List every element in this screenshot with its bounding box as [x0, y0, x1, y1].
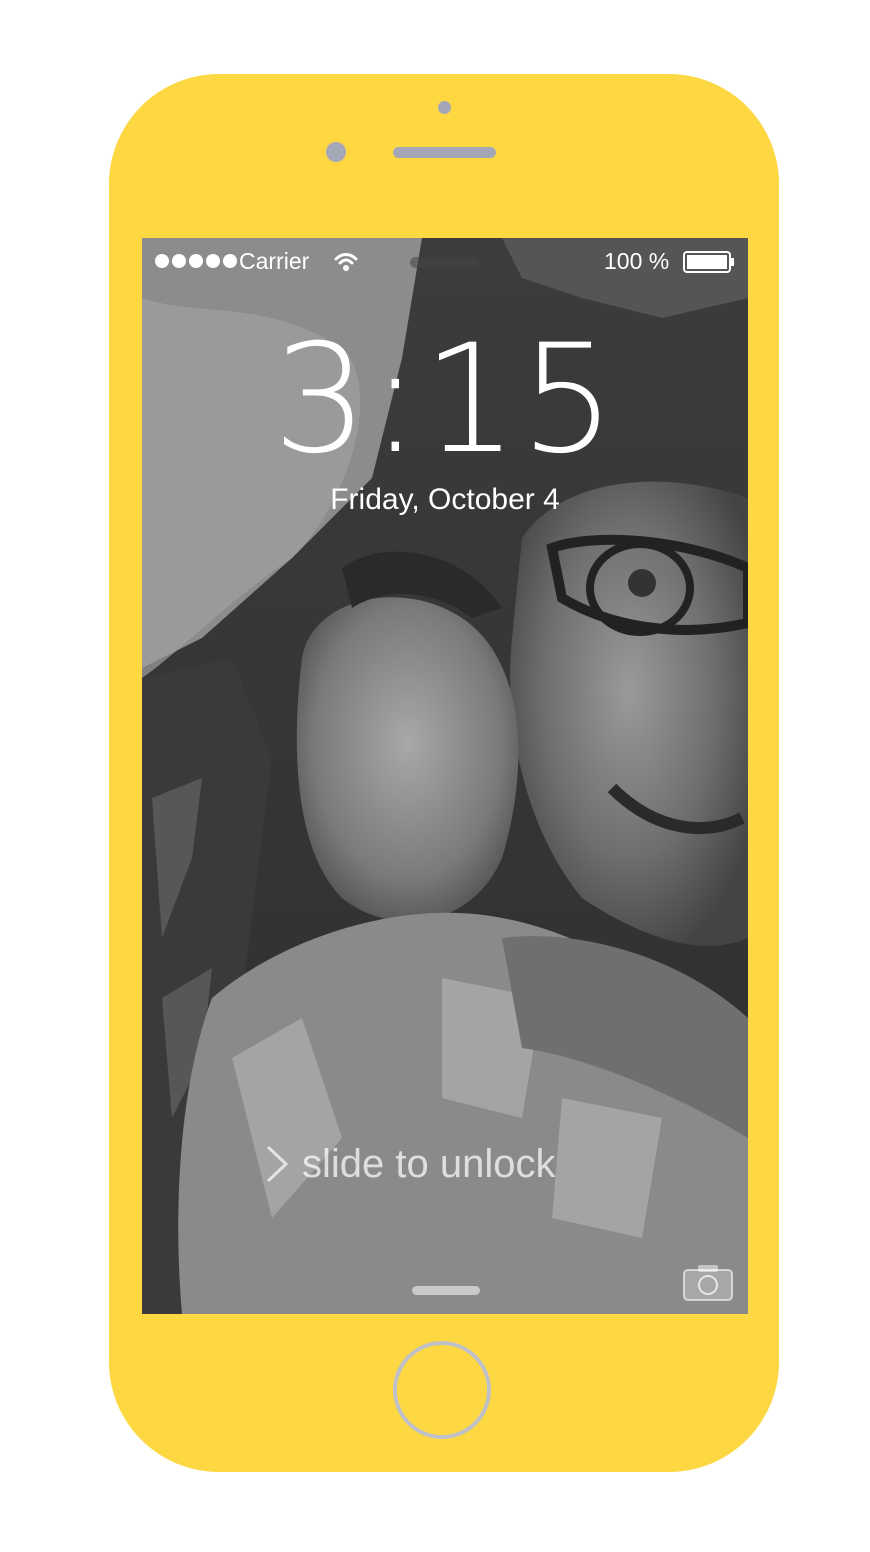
camera-icon[interactable]: [682, 1262, 734, 1302]
home-button[interactable]: [393, 1341, 491, 1439]
wifi-icon: [334, 253, 358, 271]
lock-screen-time: 3:15: [272, 313, 618, 487]
unlock-label: slide to unlock: [302, 1142, 556, 1186]
chevron-right-icon: [266, 1145, 289, 1183]
status-bar: Carrier 100 %: [142, 238, 748, 284]
carrier-name: Carrier: [239, 248, 310, 274]
battery-percent: 100 %: [604, 248, 670, 274]
front-camera: [326, 142, 346, 162]
notification-center-grabber[interactable]: [410, 257, 480, 268]
proximity-sensor: [438, 101, 451, 114]
lock-screen[interactable]: Carrier 100 % 3:15 Friday, October 4 sli…: [142, 238, 748, 1314]
control-center-grabber[interactable]: [412, 1286, 480, 1295]
battery-full-icon: [683, 251, 734, 273]
earpiece-speaker: [393, 147, 496, 158]
slide-to-unlock[interactable]: slide to unlock: [264, 1136, 634, 1192]
lock-screen-date: Friday, October 4: [330, 483, 560, 516]
signal-strength-icon: [155, 254, 237, 268]
